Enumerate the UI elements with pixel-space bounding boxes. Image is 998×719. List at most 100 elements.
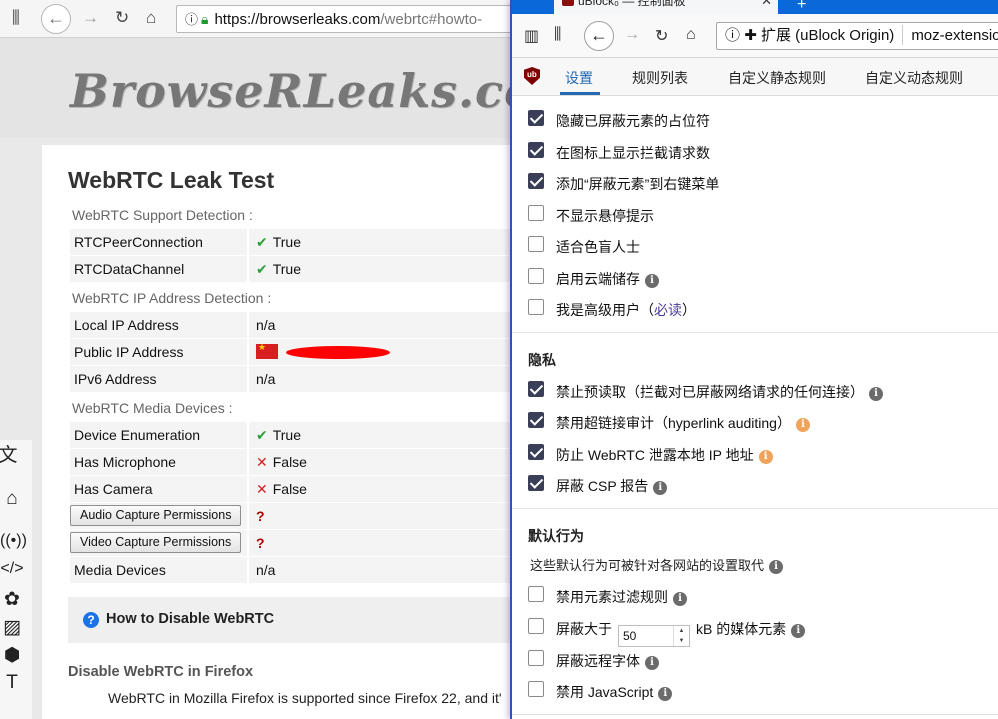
- howto-title: How to Disable WebRTC: [106, 611, 275, 627]
- ip-section-heading: WebRTC IP Address Detection :: [72, 290, 272, 306]
- home-icon[interactable]: ⌂: [686, 26, 696, 44]
- table-row: RTCPeerConnection ✔ True: [70, 229, 510, 255]
- howto-box[interactable]: ? How to Disable WebRTC: [68, 597, 510, 643]
- table-row: Public IP Address: [70, 339, 510, 365]
- back-button[interactable]: ←: [584, 21, 614, 51]
- tab-filter-lists[interactable]: 规则列表: [632, 68, 688, 88]
- back-button[interactable]: ←: [41, 4, 71, 34]
- ublock-dashboard-window: uBlock₀ — 控制面板 ✕ + ▥ ⫼ ← → ↻ ⌂ ⓘ ✚ 扩展 (u…: [510, 0, 998, 719]
- info-icon[interactable]: i: [673, 592, 687, 606]
- table-row: Has Camera ✕ False: [70, 476, 510, 502]
- privacy-heading: 隐私: [528, 352, 556, 368]
- dashboard-nav: 设置 规则列表 自定义静态规则 自定义动态规则: [512, 58, 998, 96]
- tab-settings[interactable]: 设置: [565, 68, 593, 88]
- table-row: Device Enumeration ✔ True: [70, 422, 510, 448]
- checkbox[interactable]: [528, 299, 544, 315]
- checkbox[interactable]: [528, 205, 544, 221]
- ublock-favicon: [562, 0, 574, 6]
- info-icon[interactable]: i: [869, 387, 883, 401]
- background-browser-window: ⫼ ← → ↻ ⌂ ⓘ 🔒︎ https://browserleaks.com/we…: [0, 0, 510, 719]
- table-row: Audio Capture Permissions ?: [70, 503, 510, 529]
- info-icon[interactable]: i: [791, 624, 806, 638]
- required-reading-link[interactable]: 必读: [654, 302, 682, 318]
- translate-icon[interactable]: 文: [0, 440, 20, 467]
- site-header: BrowseRLeaks.com: [0, 38, 510, 138]
- checkbox[interactable]: [528, 618, 544, 634]
- text-icon[interactable]: T: [0, 672, 24, 694]
- question-icon: ?: [83, 612, 99, 628]
- tab-my-rules[interactable]: 自定义动态规则: [865, 68, 963, 88]
- info-icon[interactable]: i: [795, 418, 810, 432]
- tab-ublock-dashboard[interactable]: uBlock₀ — 控制面板 ✕: [554, 0, 778, 14]
- checkbox[interactable]: [528, 681, 544, 697]
- address-bar[interactable]: ⓘ 🔒︎ https://browserleaks.com/webrtc#howto…: [176, 5, 510, 33]
- china-flag-icon: [256, 342, 278, 359]
- home-icon[interactable]: ⌂: [146, 8, 156, 28]
- sidebar-icon[interactable]: ▥: [524, 26, 539, 46]
- table-row: Has Microphone ✕ False: [70, 449, 510, 475]
- checkbox[interactable]: [528, 173, 544, 189]
- info-icon[interactable]: i: [758, 450, 773, 464]
- divider: [512, 332, 998, 333]
- check-icon: ✔: [256, 427, 268, 443]
- table-row: Video Capture Permissions ?: [70, 530, 510, 556]
- checkbox[interactable]: [528, 412, 544, 428]
- lock-icon: 🔒︎: [201, 11, 209, 27]
- close-tab-icon[interactable]: ✕: [761, 0, 772, 8]
- table-row: IPv6 Address n/a: [70, 366, 510, 392]
- active-tab-underline: [560, 92, 600, 95]
- default-behavior-heading: 默认行为: [528, 528, 584, 544]
- home-icon[interactable]: ⌂: [0, 488, 24, 510]
- check-icon: ✔: [256, 234, 268, 250]
- info-icon[interactable]: i: [769, 560, 784, 574]
- forward-icon[interactable]: →: [624, 26, 640, 44]
- reload-icon[interactable]: ↻: [655, 26, 668, 46]
- reload-icon[interactable]: ↻: [115, 8, 129, 28]
- library-icon[interactable]: ⫼: [12, 8, 20, 28]
- check-icon: ✔: [256, 261, 268, 277]
- page-title: WebRTC Leak Test: [68, 167, 275, 193]
- tab-my-filters[interactable]: 自定义静态规则: [728, 68, 826, 88]
- forward-icon[interactable]: →: [82, 8, 99, 28]
- redacted-ip: [286, 346, 390, 359]
- plugin-icon[interactable]: ✿: [0, 588, 24, 611]
- cube-icon[interactable]: ⬢: [0, 644, 24, 667]
- background-toolbar: ⫼ ← → ↻ ⌂ ⓘ 🔒︎ https://browserleaks.com/we…: [0, 0, 510, 38]
- site-logo[interactable]: BrowseRLeaks.com: [70, 64, 510, 118]
- new-tab-icon[interactable]: +: [797, 0, 806, 14]
- info-icon[interactable]: i: [645, 274, 659, 288]
- info-icon[interactable]: ⓘ: [185, 12, 198, 27]
- code-icon[interactable]: </>: [0, 560, 24, 578]
- address-bar[interactable]: ⓘ ✚ 扩展 (uBlock Origin) moz-extensio: [716, 22, 998, 50]
- checkbox[interactable]: [528, 142, 544, 158]
- page-content: WebRTC Leak Test WebRTC Support Detectio…: [42, 145, 510, 719]
- firefox-heading: Disable WebRTC in Firefox: [68, 664, 254, 680]
- stepper-icon[interactable]: ▲ ▼: [673, 626, 689, 646]
- divider: [512, 508, 998, 509]
- cross-icon: ✕: [256, 454, 268, 470]
- checkbox[interactable]: [528, 381, 544, 397]
- checkbox[interactable]: [528, 650, 544, 666]
- info-icon[interactable]: i: [645, 656, 659, 670]
- puzzle-icon: ✚: [744, 27, 757, 44]
- broadcast-icon[interactable]: ((•)): [0, 532, 27, 550]
- video-capture-permissions-button[interactable]: Video Capture Permissions: [70, 532, 242, 553]
- checkbox[interactable]: [528, 110, 544, 126]
- image-icon[interactable]: ▨: [0, 616, 24, 639]
- info-icon[interactable]: i: [653, 481, 668, 495]
- library-icon[interactable]: ⫼: [554, 26, 561, 44]
- checkbox[interactable]: [528, 268, 544, 284]
- info-icon[interactable]: ⓘ: [725, 27, 740, 44]
- checkbox[interactable]: [528, 444, 544, 460]
- checkbox[interactable]: [528, 236, 544, 252]
- audio-capture-permissions-button[interactable]: Audio Capture Permissions: [70, 505, 242, 526]
- support-section-heading: WebRTC Support Detection :: [72, 207, 253, 223]
- ublock-logo-icon: [524, 67, 540, 85]
- info-icon[interactable]: i: [658, 687, 673, 701]
- checkbox[interactable]: [528, 475, 544, 491]
- table-row: Local IP Address n/a: [70, 312, 510, 338]
- media-size-input[interactable]: 50 ▲ ▼: [618, 625, 690, 647]
- checkbox[interactable]: [528, 586, 544, 602]
- default-behavior-description: 这些默认行为可被针对各网站的设置取代 i: [530, 555, 784, 574]
- divider: [512, 714, 998, 715]
